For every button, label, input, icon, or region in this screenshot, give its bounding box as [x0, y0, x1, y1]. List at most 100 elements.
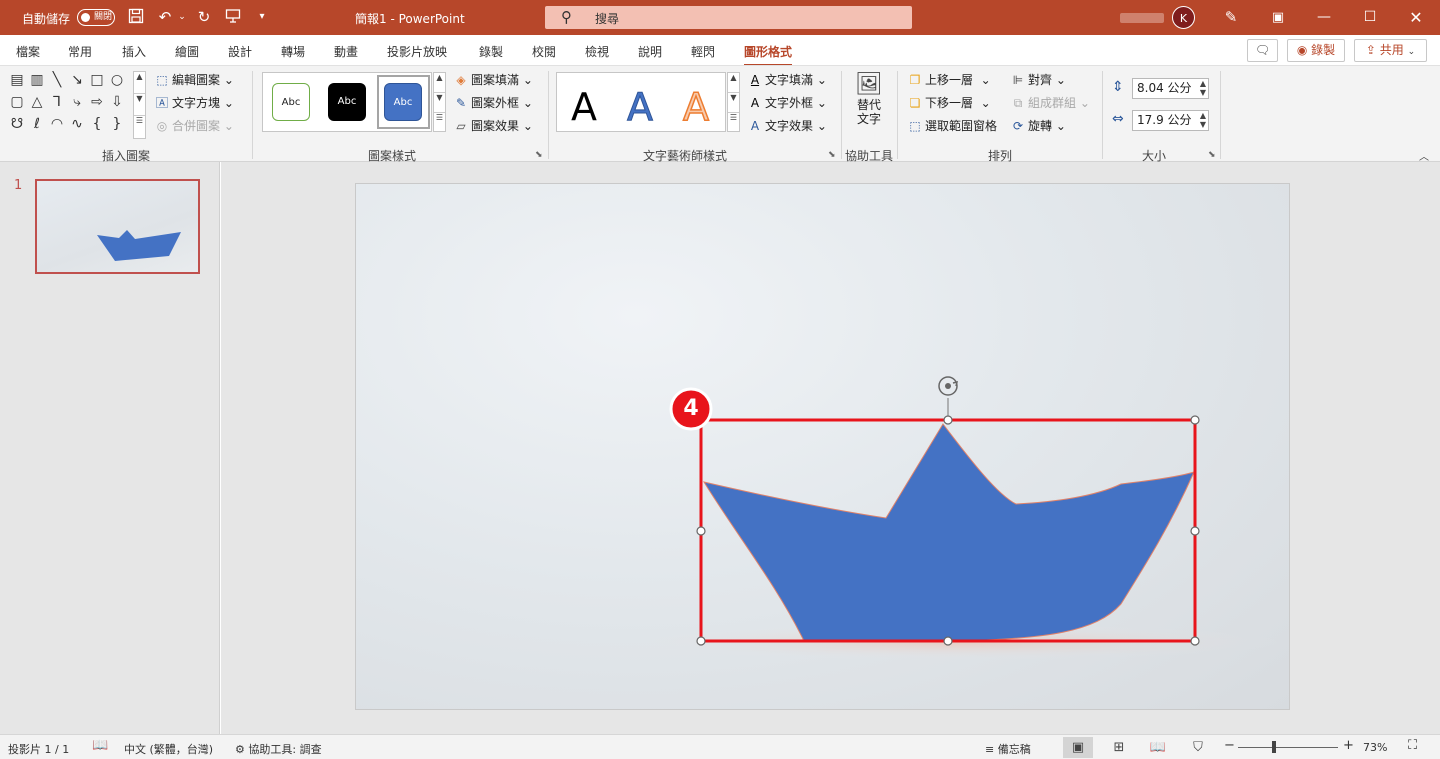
minimize-icon[interactable]: —	[1301, 0, 1347, 35]
pen-icon[interactable]: ✎	[1222, 8, 1240, 26]
tab-flash[interactable]: 輕閃	[691, 43, 715, 60]
tab-transitions[interactable]: 轉場	[281, 43, 305, 60]
resize-handle-n[interactable]	[943, 415, 953, 425]
resize-handle-sw[interactable]	[696, 636, 706, 646]
present-from-start-icon[interactable]	[224, 8, 242, 26]
resize-handle-w[interactable]	[696, 526, 706, 536]
accessibility-status[interactable]: ⚙ 協助工具: 調查	[235, 741, 322, 757]
tab-design[interactable]: 設計	[228, 43, 252, 60]
record-button[interactable]: ◉ 錄製	[1287, 39, 1345, 62]
tab-animations[interactable]: 動畫	[334, 43, 358, 60]
ribbon-display-options-icon[interactable]: ▣	[1255, 0, 1301, 35]
tab-draw[interactable]: 繪圖	[175, 43, 199, 60]
freeform-shape-icon[interactable]: ☋	[8, 115, 26, 133]
align-button[interactable]: ⊫ 對齊 ⌄	[1010, 72, 1066, 88]
right-brace-shape-icon[interactable]: }	[108, 115, 126, 133]
save-icon[interactable]	[127, 8, 145, 26]
tab-review[interactable]: 校閱	[532, 43, 556, 60]
close-icon[interactable]: ✕	[1393, 0, 1439, 35]
shape-styles-gallery[interactable]: Abc Abc Abc	[262, 72, 432, 132]
spell-check-icon[interactable]: 📖	[92, 738, 108, 753]
textbox-shape-icon[interactable]: ▤	[8, 71, 26, 89]
edit-shape-button[interactable]: ⬚ 編輯圖案 ⌄	[154, 72, 234, 88]
down-arrow-shape-icon[interactable]: ⇩	[108, 93, 126, 111]
left-brace-shape-icon[interactable]: {	[88, 115, 106, 133]
shape-style-black[interactable]: Abc	[328, 83, 366, 121]
shapes-gallery-scroll[interactable]: ▲ ▼ ☰	[133, 71, 146, 139]
text-box-button[interactable]: 🄰 文字方塊 ⌄	[154, 95, 234, 111]
arrow-line-shape-icon[interactable]: ↘	[68, 71, 86, 89]
shape-width-input[interactable]: 17.9 公分 ▲ ▼	[1132, 110, 1209, 131]
rectangle-shape-icon[interactable]: □	[88, 71, 106, 89]
zoom-slider-thumb[interactable]	[1272, 741, 1276, 753]
shape-height-input[interactable]: 8.04 公分 ▲ ▼	[1132, 78, 1209, 99]
slide-sorter-icon[interactable]: ⊞	[1104, 737, 1134, 758]
arc-shape-icon[interactable]: ◠	[48, 115, 66, 133]
tab-slideshow[interactable]: 投影片放映	[387, 43, 447, 60]
collapse-ribbon-icon[interactable]: ︿	[1419, 148, 1429, 163]
wordart-black[interactable]: A	[571, 85, 597, 129]
shape-style-outline[interactable]: Abc	[272, 83, 310, 121]
rotate-button[interactable]: ⟳ 旋轉 ⌄	[1010, 118, 1066, 134]
tab-view[interactable]: 檢視	[585, 43, 609, 60]
send-backward-button[interactable]: ❏ 下移一層 ⌄	[907, 95, 991, 111]
slideshow-view-icon[interactable]: ⛉	[1183, 737, 1213, 758]
search-box[interactable]: ⚲ 搜尋	[545, 6, 912, 29]
autosave-toggle[interactable]: 關閉	[77, 9, 115, 26]
text-fill-button[interactable]: A 文字填滿 ⌄	[747, 72, 827, 88]
elbow-connector-shape-icon[interactable]: ⤷	[68, 93, 86, 111]
fit-to-window-icon[interactable]: ⛶	[1408, 738, 1417, 753]
curve-shape-icon[interactable]: ∿	[68, 115, 86, 133]
scribble-shape-icon[interactable]: ℓ	[28, 115, 46, 133]
shape-style-blue[interactable]: Abc	[384, 83, 422, 121]
scroll-down-icon[interactable]: ▼	[434, 93, 445, 113]
wordart-gallery[interactable]: A A A	[556, 72, 726, 132]
rounded-rect-shape-icon[interactable]: ▢	[8, 93, 26, 111]
zoom-slider-track[interactable]	[1238, 747, 1338, 748]
scroll-down-icon[interactable]: ▼	[728, 93, 739, 113]
slide-thumbnail[interactable]	[35, 179, 200, 274]
tab-shape-format[interactable]: 圖形格式	[744, 43, 793, 66]
triangle-shape-icon[interactable]: △	[28, 93, 46, 111]
customize-toolbar-icon[interactable]: ▾	[253, 8, 271, 26]
rotation-handle-icon[interactable]	[938, 376, 959, 396]
zoom-out-icon[interactable]: −	[1224, 738, 1235, 753]
resize-handle-se[interactable]	[1190, 636, 1200, 646]
maximize-icon[interactable]: ☐	[1347, 0, 1393, 35]
vertical-textbox-shape-icon[interactable]: ▥	[28, 71, 46, 89]
text-outline-button[interactable]: A 文字外框 ⌄	[747, 95, 827, 111]
right-arrow-shape-icon[interactable]: ⇨	[88, 93, 106, 111]
slide-canvas[interactable]: 4	[355, 183, 1290, 710]
bring-forward-button[interactable]: ❐ 上移一層 ⌄	[907, 72, 991, 88]
scroll-up-icon[interactable]: ▲	[134, 72, 145, 94]
normal-view-icon[interactable]: ▣	[1063, 737, 1093, 758]
height-spinner-icon[interactable]: ▲ ▼	[1200, 79, 1206, 97]
undo-icon[interactable]: ↶	[156, 8, 174, 26]
merge-shapes-button[interactable]: ◎ 合併圖案 ⌄	[154, 118, 234, 134]
group-button[interactable]: ⧉ 組成群組 ⌄	[1010, 95, 1090, 111]
wordart-dialog-launcher-icon[interactable]: ⬊	[828, 150, 836, 160]
gallery-more-icon[interactable]: ☰	[134, 116, 145, 125]
tab-help[interactable]: 說明	[638, 43, 662, 60]
tab-record[interactable]: 錄製	[479, 43, 503, 60]
comments-button[interactable]: 🗨	[1247, 39, 1278, 62]
selection-pane-button[interactable]: ⬚ 選取範圍窗格	[907, 118, 997, 134]
scroll-up-icon[interactable]: ▲	[434, 73, 445, 93]
shape-styles-dialog-launcher-icon[interactable]: ⬊	[535, 150, 543, 160]
shapes-gallery[interactable]: ▤ ▥ ╲ ↘ □ ○ ▢ △ ⅂ ⤷ ⇨ ⇩ ☋ ℓ ◠ ∿ { }	[8, 71, 148, 139]
shape-fill-button[interactable]: ◈ 圖案填滿 ⌄	[453, 72, 533, 88]
width-spinner-icon[interactable]: ▲ ▼	[1200, 111, 1206, 129]
oval-shape-icon[interactable]: ○	[108, 71, 126, 89]
avatar[interactable]: K	[1172, 6, 1195, 29]
line-shape-icon[interactable]: ╲	[48, 71, 66, 89]
gallery-more-icon[interactable]: ☰	[434, 113, 445, 122]
text-effects-button[interactable]: A 文字效果 ⌄	[747, 118, 827, 134]
shape-styles-scroll[interactable]: ▲ ▼ ☰	[433, 72, 446, 132]
resize-handle-s[interactable]	[943, 636, 953, 646]
notes-button[interactable]: ≡ 備忘稿	[985, 741, 1031, 757]
tab-file[interactable]: 檔案	[16, 43, 40, 60]
zoom-level[interactable]: 73%	[1363, 741, 1387, 754]
zoom-in-icon[interactable]: +	[1343, 738, 1354, 753]
tab-home[interactable]: 常用	[68, 43, 92, 60]
wordart-orange[interactable]: A	[682, 84, 710, 130]
